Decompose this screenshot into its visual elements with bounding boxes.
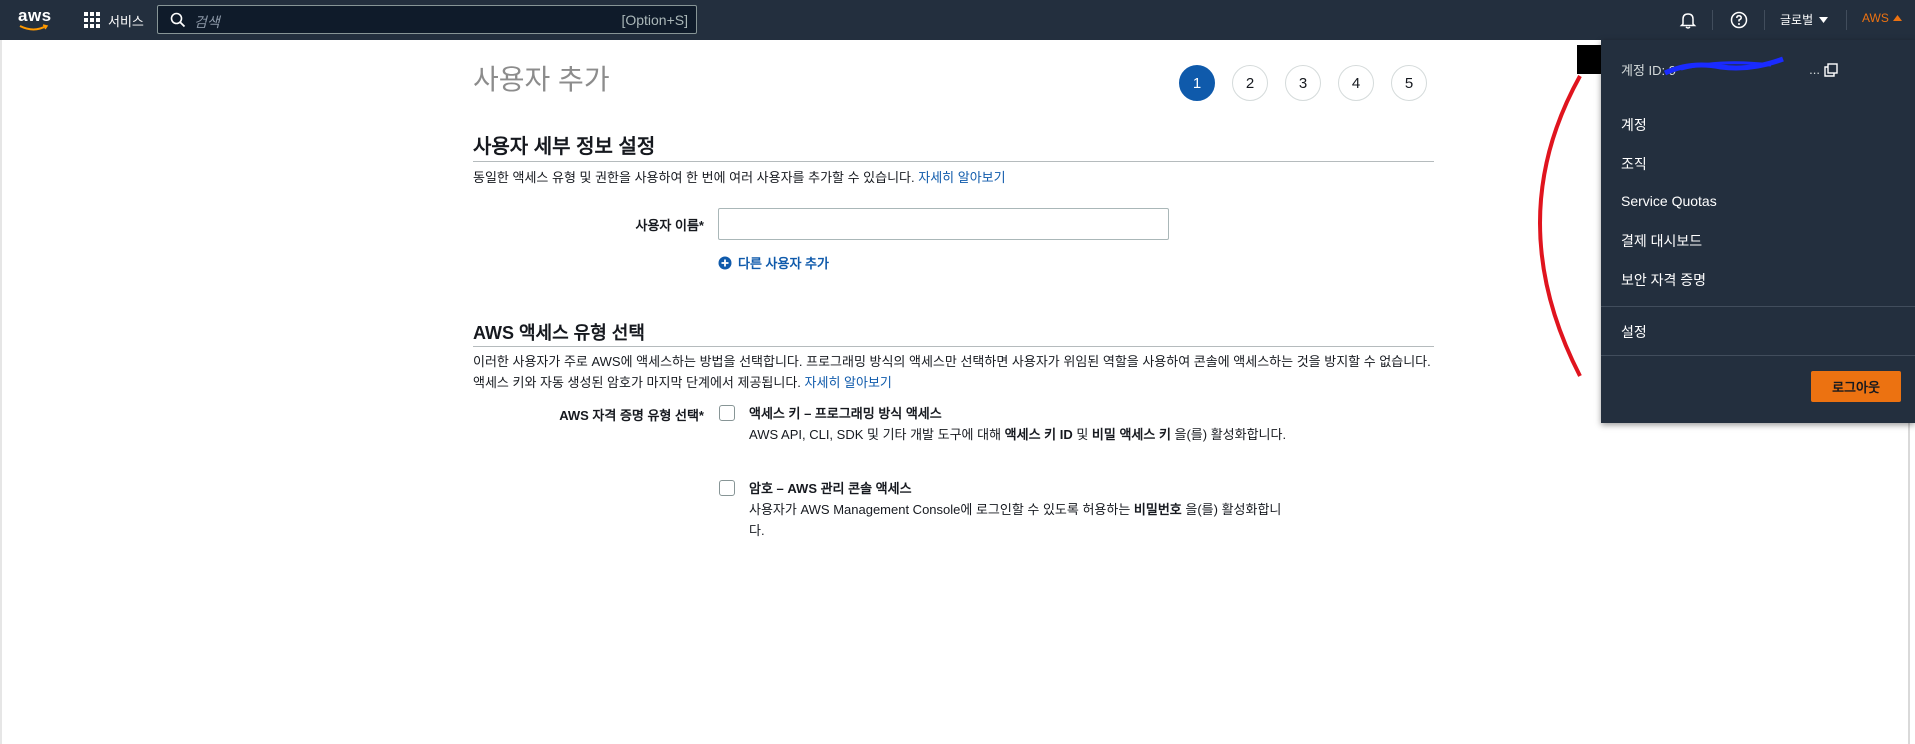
- credential-type-label: AWS 자격 증명 유형 선택*: [559, 408, 704, 423]
- access-key-desc-part: AWS API, CLI, SDK 및 기타 개발 도구에 대해: [749, 427, 1005, 442]
- notifications-button[interactable]: [1677, 9, 1699, 31]
- user-details-description: 동일한 액세스 유형 및 권한을 사용하여 한 번에 여러 사용자를 추가할 수…: [473, 167, 1006, 188]
- account-label: AWS: [1862, 11, 1889, 25]
- bell-icon: [1679, 13, 1697, 29]
- password-option-title: 암호 – AWS 관리 콘솔 액세스: [749, 481, 912, 496]
- access-key-option-description: AWS API, CLI, SDK 및 기타 개발 도구에 대해 액세스 키 I…: [749, 424, 1289, 445]
- password-option: 암호 – AWS 관리 콘솔 액세스 사용자가 AWS Management C…: [719, 478, 1289, 541]
- learn-more-link[interactable]: 자세히 알아보기: [805, 375, 892, 390]
- services-menu-button[interactable]: 서비스: [84, 10, 144, 30]
- wizard-steps: 1 2 3 4 5: [1179, 65, 1427, 101]
- services-label: 서비스: [108, 13, 144, 29]
- account-dropdown-menu: 계정 ID: 9 ... 계정 조직 Service Quotas 결제 대시보…: [1601, 40, 1915, 423]
- logout-button[interactable]: 로그아웃: [1811, 371, 1901, 402]
- nav-divider: [1764, 10, 1765, 30]
- password-desc-part: 사용자가 AWS Management Console에 로그인할 수 있도록 …: [749, 502, 1134, 517]
- top-navigation-bar: aws 서비스 검색 [Option+S] 글로벌 AWS: [0, 0, 1915, 40]
- left-edge: [0, 40, 2, 744]
- menu-divider: [1601, 355, 1915, 356]
- learn-more-link[interactable]: 자세히 알아보기: [918, 170, 1005, 185]
- access-key-option-text: 액세스 키 – 프로그래밍 방식 액세스 AWS API, CLI, SDK 및…: [749, 403, 1289, 445]
- region-selector[interactable]: 글로벌: [1780, 11, 1829, 28]
- menu-item-organization[interactable]: 조직: [1621, 154, 1647, 174]
- help-icon: [1730, 11, 1748, 29]
- access-key-desc-part: 을(를) 활성화합니다.: [1170, 427, 1287, 442]
- username-input[interactable]: [718, 208, 1169, 240]
- access-key-desc-part: 및: [1072, 427, 1092, 442]
- password-term: 비밀번호: [1133, 502, 1182, 517]
- section-divider: [473, 346, 1434, 347]
- aws-logo[interactable]: aws: [18, 7, 52, 33]
- menu-item-account[interactable]: 계정: [1621, 115, 1647, 135]
- step-4[interactable]: 4: [1338, 65, 1374, 101]
- nav-divider: [1712, 10, 1713, 30]
- section-divider: [473, 161, 1434, 162]
- password-checkbox[interactable]: [719, 480, 735, 496]
- copy-icon[interactable]: [1824, 62, 1838, 77]
- access-type-section-title: AWS 액세스 유형 선택: [473, 323, 645, 343]
- page-title: 사용자 추가: [473, 64, 610, 95]
- access-key-checkbox[interactable]: [719, 405, 735, 421]
- aws-logo-text: aws: [18, 6, 52, 25]
- access-key-id-term: 액세스 키 ID: [1004, 427, 1073, 442]
- add-another-user-label: 다른 사용자 추가: [738, 256, 829, 271]
- menu-item-billing-dashboard[interactable]: 결제 대시보드: [1621, 231, 1702, 251]
- access-type-description-text: 이러한 사용자가 주로 AWS에 액세스하는 방법을 선택합니다. 프로그래밍 …: [473, 354, 1431, 390]
- password-option-text: 암호 – AWS 관리 콘솔 액세스 사용자가 AWS Management C…: [749, 478, 1289, 541]
- plus-circle-icon: [718, 256, 732, 269]
- user-details-section-title: 사용자 세부 정보 설정: [473, 136, 656, 158]
- step-2[interactable]: 2: [1232, 65, 1268, 101]
- account-menu-button[interactable]: AWS: [1862, 11, 1902, 25]
- caret-up-icon: [1892, 15, 1902, 21]
- access-key-option: 액세스 키 – 프로그래밍 방식 액세스 AWS API, CLI, SDK 및…: [719, 403, 1289, 445]
- access-type-description: 이러한 사용자가 주로 AWS에 액세스하는 방법을 선택합니다. 프로그래밍 …: [473, 351, 1435, 393]
- menu-divider: [1601, 306, 1915, 307]
- user-details-description-text: 동일한 액세스 유형 및 권한을 사용하여 한 번에 여러 사용자를 추가할 수…: [473, 170, 915, 185]
- search-shortcut-hint: [Option+S]: [621, 12, 688, 28]
- redaction-scribble: [1663, 56, 1784, 76]
- help-button[interactable]: [1728, 9, 1750, 31]
- secret-access-key-term: 비밀 액세스 키: [1091, 427, 1171, 442]
- access-key-option-title: 액세스 키 – 프로그래밍 방식 액세스: [749, 406, 942, 421]
- nav-divider: [1846, 10, 1847, 30]
- add-another-user-button[interactable]: 다른 사용자 추가: [718, 253, 829, 272]
- search-input[interactable]: 검색 [Option+S]: [157, 5, 697, 34]
- search-icon: [170, 12, 186, 28]
- menu-item-service-quotas[interactable]: Service Quotas: [1621, 193, 1717, 209]
- grid-icon: [84, 12, 100, 28]
- search-placeholder: 검색: [194, 14, 220, 30]
- aws-smile-icon: [19, 24, 49, 31]
- step-1[interactable]: 1: [1179, 65, 1215, 101]
- step-3[interactable]: 3: [1285, 65, 1321, 101]
- menu-item-security-credentials[interactable]: 보안 자격 증명: [1621, 270, 1706, 290]
- caret-down-icon: [1819, 16, 1829, 23]
- step-5[interactable]: 5: [1391, 65, 1427, 101]
- password-option-description: 사용자가 AWS Management Console에 로그인할 수 있도록 …: [749, 499, 1289, 541]
- username-label: 사용자 이름*: [635, 218, 704, 233]
- region-label: 글로벌: [1780, 13, 1814, 27]
- menu-item-settings[interactable]: 설정: [1621, 322, 1647, 342]
